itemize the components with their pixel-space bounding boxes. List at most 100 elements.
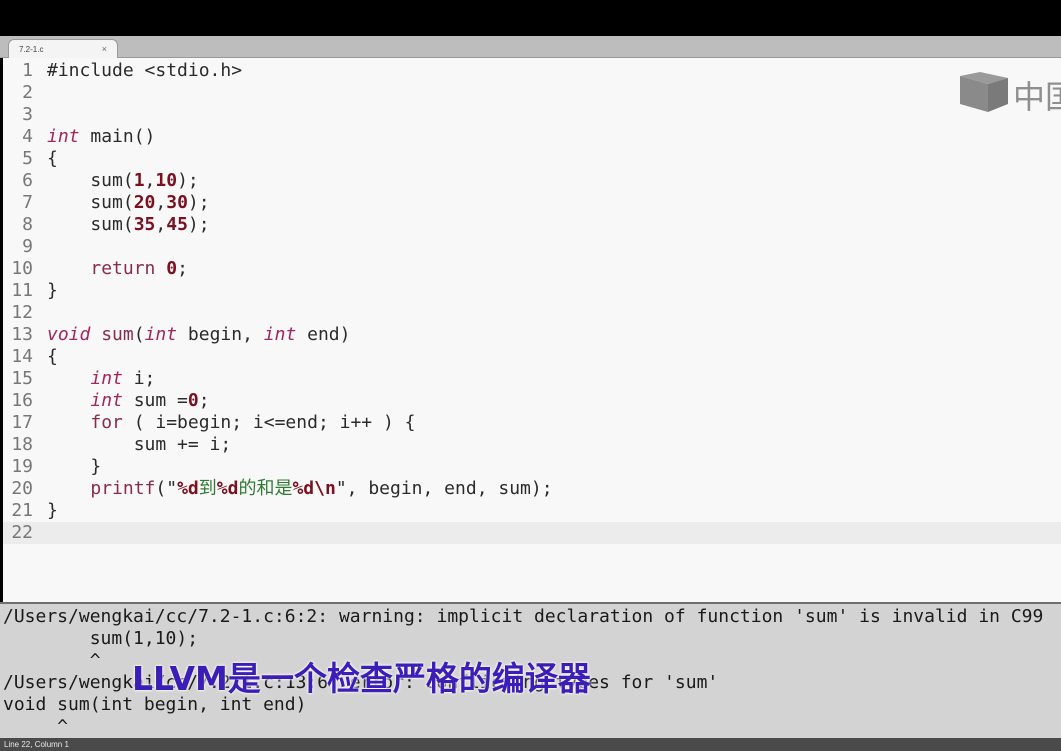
- code-token: (": [155, 478, 178, 499]
- cursor-position: Line 22, Column 1: [4, 740, 69, 749]
- code-text: int sum =0;: [47, 390, 210, 412]
- code-token: int: [47, 126, 80, 147]
- code-line[interactable]: 11}: [3, 280, 1061, 302]
- code-token: 到: [198, 478, 217, 499]
- code-token: ,: [155, 192, 167, 213]
- code-token: main(): [79, 126, 156, 147]
- line-number: 8: [22, 214, 33, 235]
- video-subtitle: LLVM是一个检查严格的编译器: [132, 659, 591, 698]
- code-line[interactable]: 17 for ( i=begin; i<=end; i++ ) {: [3, 412, 1061, 434]
- line-number: 19: [11, 456, 33, 477]
- line-number: 14: [11, 346, 33, 367]
- console-line: ^: [3, 716, 69, 737]
- code-line[interactable]: 21}: [3, 500, 1061, 522]
- tab-title: 7.2-1.c: [19, 45, 44, 54]
- code-token: ,: [155, 214, 167, 235]
- code-token: void: [47, 324, 91, 345]
- code-text: for ( i=begin; i<=end; i++ ) {: [47, 412, 415, 434]
- code-line[interactable]: 1 #include <stdio.h>: [3, 60, 1061, 82]
- code-line[interactable]: 4 int main(): [3, 126, 1061, 148]
- code-token: #include <stdio.h>: [47, 60, 243, 81]
- code-token: ,: [144, 170, 156, 191]
- code-editor[interactable]: 1 #include <stdio.h> 2 3 4 int main() 5{6 sum(…: [3, 58, 1061, 602]
- code-line[interactable]: 16 int sum =0;: [3, 390, 1061, 412]
- code-line[interactable]: 12: [3, 302, 1061, 324]
- line-number: 6: [22, 170, 33, 191]
- code-token: sum(: [47, 170, 134, 191]
- status-bar: Line 22, Column 1: [0, 738, 1061, 751]
- code-text: int i;: [47, 368, 155, 390]
- code-token: sum(: [47, 214, 134, 235]
- code-token: }: [47, 500, 58, 521]
- code-line[interactable]: 2: [3, 82, 1061, 104]
- line-number: 16: [11, 390, 33, 411]
- code-token: ( i=begin; i<=end; i++ ) {: [122, 412, 416, 433]
- code-text: sum += i;: [47, 434, 232, 456]
- code-token: }: [47, 456, 102, 477]
- code-line[interactable]: 19 }: [3, 456, 1061, 478]
- code-line[interactable]: 10 return 0;: [3, 258, 1061, 280]
- code-line[interactable]: 18 sum += i;: [3, 434, 1061, 456]
- code-token: );: [187, 214, 210, 235]
- code-line[interactable]: 22: [3, 522, 1061, 544]
- line-number: 2: [22, 82, 33, 103]
- screen: 7.2-1.c × 1 #include <stdio.h> 2 3 4 int main…: [0, 0, 1061, 751]
- code-text: }: [47, 456, 101, 478]
- code-token: 10: [155, 170, 178, 191]
- code-line[interactable]: 20 printf("%d到%d的和是%d\n", begin, end, su…: [3, 478, 1061, 500]
- code-line[interactable]: 3: [3, 104, 1061, 126]
- line-number: 12: [11, 302, 33, 323]
- code-token: 0: [187, 390, 199, 411]
- code-line[interactable]: 14 {: [3, 346, 1061, 368]
- code-token: 20: [133, 192, 156, 213]
- code-token: %d: [216, 478, 239, 499]
- code-text: sum(35,45);: [47, 214, 210, 236]
- close-icon[interactable]: ×: [102, 44, 107, 54]
- line-number: 4: [22, 126, 33, 147]
- line-number: 10: [11, 258, 33, 279]
- tab-file[interactable]: 7.2-1.c ×: [8, 39, 118, 58]
- line-number: 1: [22, 60, 33, 81]
- code-token: {: [47, 148, 58, 169]
- line-number: 18: [11, 434, 33, 455]
- code-text: sum(1,10);: [47, 170, 198, 192]
- code-line[interactable]: 7 sum(20,30);: [3, 192, 1061, 214]
- code-token: ", begin, end, sum);: [335, 478, 553, 499]
- code-text: }: [47, 280, 58, 302]
- code-text: void sum(int begin, int end): [47, 324, 350, 346]
- console-line: sum(1,10);: [3, 628, 199, 649]
- code-text: {: [47, 148, 58, 170]
- code-token: (: [133, 324, 145, 345]
- code-token: 1: [133, 170, 145, 191]
- code-token: for: [90, 412, 123, 433]
- line-number: 15: [11, 368, 33, 389]
- code-token: );: [187, 192, 210, 213]
- code-token: i;: [122, 368, 156, 389]
- code-token: {: [47, 346, 58, 367]
- code-token: %d\n: [292, 478, 336, 499]
- code-token: 的和是: [238, 478, 293, 499]
- code-line[interactable]: 13 void sum(int begin, int end): [3, 324, 1061, 346]
- code-token: end): [296, 324, 351, 345]
- code-token: %d: [177, 478, 199, 499]
- console-line: ^: [3, 650, 101, 671]
- line-number: 21: [11, 500, 33, 521]
- code-token: sum(: [47, 192, 134, 213]
- code-line[interactable]: 8 sum(35,45);: [3, 214, 1061, 236]
- code-line[interactable]: 9: [3, 236, 1061, 258]
- code-line[interactable]: 15 int i;: [3, 368, 1061, 390]
- code-line[interactable]: 5{: [3, 148, 1061, 170]
- code-token: return: [90, 258, 156, 279]
- code-token: ;: [198, 390, 210, 411]
- line-number: 7: [22, 192, 33, 213]
- code-line[interactable]: 6 sum(1,10);: [3, 170, 1061, 192]
- code-token: begin,: [177, 324, 264, 345]
- code-token: 35: [133, 214, 156, 235]
- code-token: sum += i;: [47, 434, 232, 455]
- line-number: 5: [22, 148, 33, 169]
